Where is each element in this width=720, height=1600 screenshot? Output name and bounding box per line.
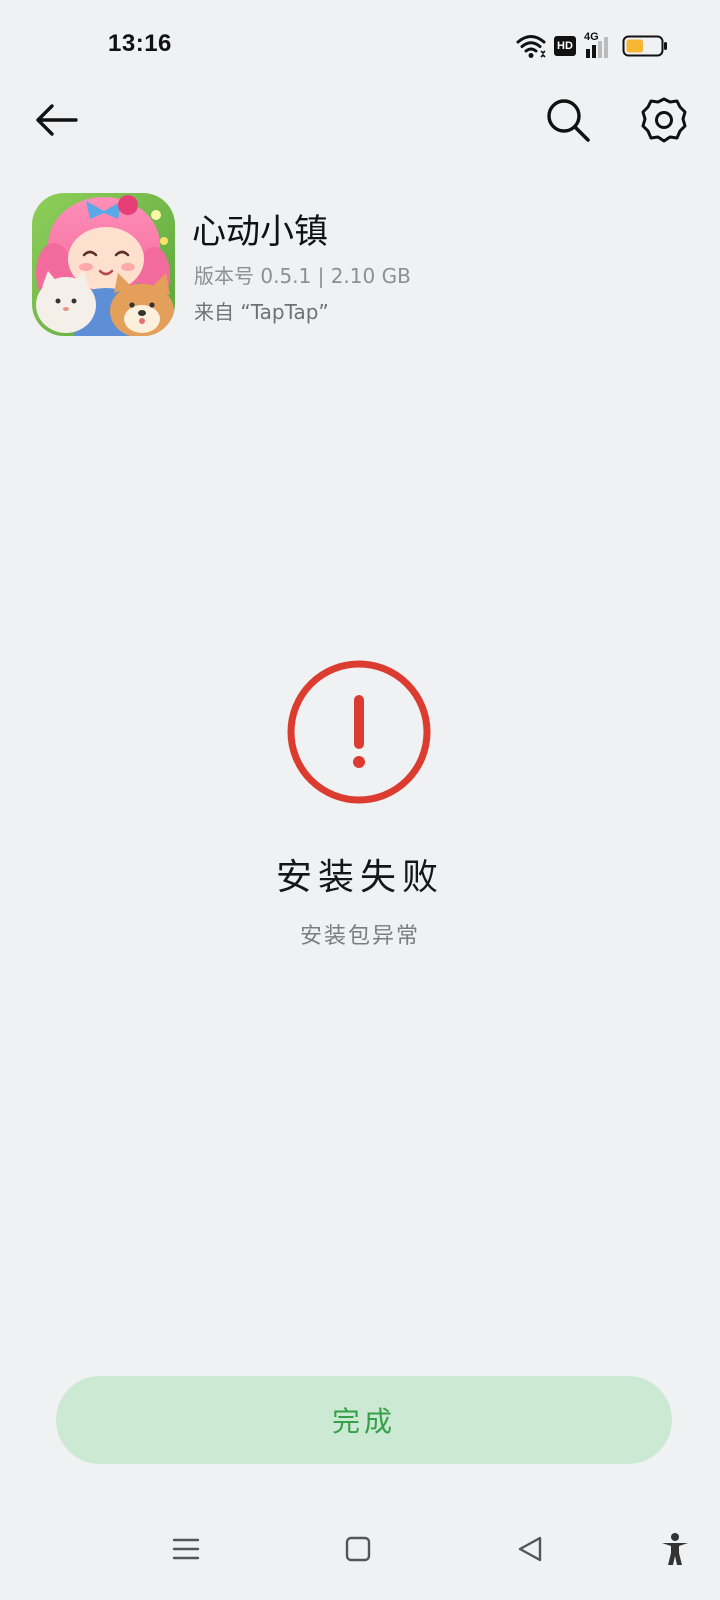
top-bar [0, 90, 720, 160]
nav-back-button[interactable] [505, 1524, 555, 1574]
accessibility-icon [662, 1533, 688, 1565]
gear-icon [641, 97, 687, 143]
hd-icon: HD [554, 36, 576, 56]
hd-label: HD [557, 40, 573, 52]
back-arrow-icon [36, 104, 78, 136]
app-version: 版本号 0.5.1 | 2.10 GB [194, 264, 411, 288]
signal-4g-icon: 4G [584, 31, 614, 59]
menu-icon [172, 1538, 200, 1560]
nav-accessibility-button[interactable] [650, 1524, 700, 1574]
home-icon [345, 1536, 371, 1562]
back-button[interactable] [26, 90, 86, 150]
search-icon [547, 99, 590, 142]
status-time: 13:16 [108, 30, 172, 57]
app-header: 心动小镇 版本号 0.5.1 | 2.10 GB 来自 “TapTap” [0, 190, 720, 340]
error-title: 安装失败 [275, 857, 444, 898]
status-bar: 13:16 HD 4G [0, 0, 720, 90]
error-exclamation-icon [287, 660, 431, 804]
status-icons: HD 4G [516, 30, 668, 62]
nav-home-button[interactable] [333, 1524, 383, 1574]
app-source: 来自 “TapTap” [194, 300, 329, 324]
error-subtitle: 安装包异常 [299, 924, 420, 949]
nav-menu-button[interactable] [161, 1524, 211, 1574]
done-button[interactable]: 完成 [56, 1376, 672, 1464]
search-button[interactable] [538, 90, 598, 150]
app-name: 心动小镇 [192, 212, 328, 252]
battery-icon [622, 35, 667, 57]
wifi-icon [516, 35, 546, 58]
settings-button[interactable] [634, 90, 694, 150]
navigation-bar [0, 1520, 720, 1590]
back-triangle-icon [518, 1536, 542, 1562]
app-icon [32, 193, 175, 336]
